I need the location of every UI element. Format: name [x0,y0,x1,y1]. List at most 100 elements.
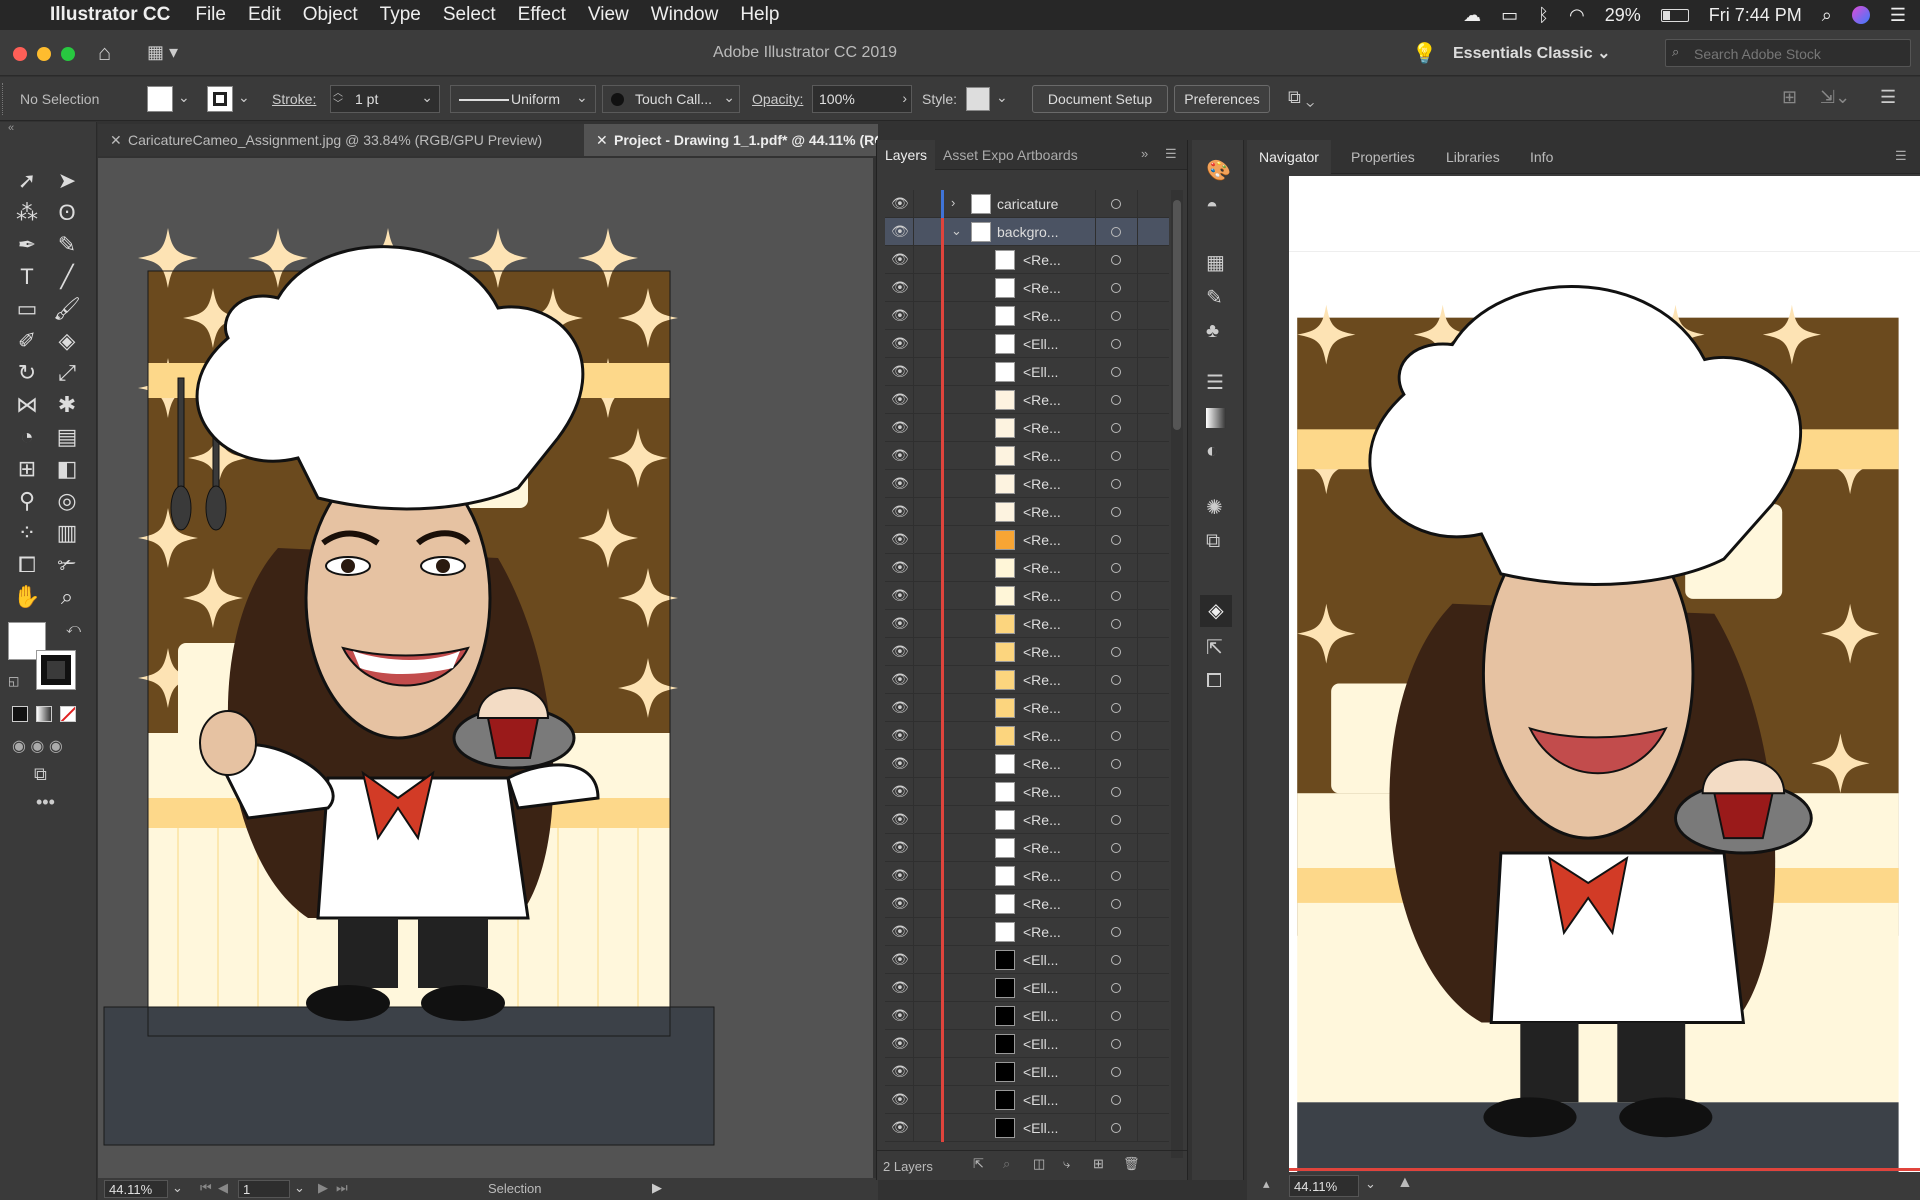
sublayer-row[interactable]: 👁 <Re... [885,666,1169,694]
target-circle-icon[interactable] [1111,423,1121,433]
panel-expand-icon[interactable]: » [1141,146,1148,161]
visibility-eye-icon[interactable]: 👁 [891,531,909,548]
selection-indicator[interactable] [1137,218,1138,246]
sublayer-row[interactable]: 👁 <Re... [885,386,1169,414]
selection-indicator[interactable] [1137,918,1138,946]
selection-indicator[interactable] [1137,526,1138,554]
spotlight-icon[interactable]: ⌕ [1822,5,1832,26]
sublayer-row[interactable]: 👁 <Re... [885,526,1169,554]
width-tool-icon[interactable]: ⋈ [10,390,44,420]
zoom-in-icon[interactable]: ▲ [1397,1174,1413,1192]
target-circle-icon[interactable] [1111,787,1121,797]
target-circle-icon[interactable] [1111,983,1121,993]
selection-indicator[interactable] [1137,974,1138,1002]
visibility-eye-icon[interactable]: 👁 [891,279,909,296]
sublayer-row[interactable]: 👁 <Ell... [885,1002,1169,1030]
target-circle-icon[interactable] [1111,927,1121,937]
preferences-button[interactable]: Preferences [1174,85,1270,113]
curvature-tool-icon[interactable]: ✎ [50,230,84,260]
selection-indicator[interactable] [1137,946,1138,974]
visibility-eye-icon[interactable]: 👁 [891,223,909,240]
asset-export-icon[interactable]: ⇱ [1206,635,1223,660]
target-circle-icon[interactable] [1111,871,1121,881]
lock-toggle[interactable] [913,582,933,610]
lock-toggle[interactable] [913,638,933,666]
sublayer-row[interactable]: 👁 <Re... [885,274,1169,302]
first-artboard-icon[interactable]: ⏮ [200,1180,212,1196]
target-circle-icon[interactable] [1111,227,1121,237]
lock-toggle[interactable] [913,358,933,386]
target-circle-icon[interactable] [1095,890,1096,918]
selection-indicator[interactable] [1137,498,1138,526]
visibility-eye-icon[interactable]: 👁 [891,755,909,772]
target-circle-icon[interactable] [1095,302,1096,330]
app-menu[interactable]: Illustrator CC [50,4,170,26]
target-circle-icon[interactable] [1095,218,1096,246]
menu-type[interactable]: Type [380,4,421,26]
control-bar-grip[interactable] [2,83,6,115]
selection-indicator[interactable] [1137,834,1138,862]
sublayer-row[interactable]: 👁 <Re... [885,414,1169,442]
visibility-eye-icon[interactable]: 👁 [891,699,909,716]
target-circle-icon[interactable] [1095,1030,1096,1058]
target-circle-icon[interactable] [1111,591,1121,601]
sublayer-row[interactable]: 👁 <Re... [885,498,1169,526]
tab-artboards[interactable]: Artboards [1017,140,1097,170]
chevron-down-icon[interactable]: ⌄ [723,89,735,106]
target-circle-icon[interactable] [1095,470,1096,498]
lock-toggle[interactable] [913,1086,933,1114]
panel-menu-icon[interactable]: ☰ [1895,148,1907,164]
sublayer-row[interactable]: 👁 <Re... [885,470,1169,498]
magic-wand-tool-icon[interactable]: ⁂ [10,198,44,228]
chevron-right-icon[interactable]: › [902,90,907,106]
target-circle-icon[interactable] [1095,834,1096,862]
target-circle-icon[interactable] [1095,190,1096,218]
selection-indicator[interactable] [1137,386,1138,414]
target-circle-icon[interactable] [1095,778,1096,806]
lock-toggle[interactable] [913,694,933,722]
selection-indicator[interactable] [1137,722,1138,750]
lock-toggle[interactable] [913,974,933,1002]
target-circle-icon[interactable] [1095,722,1096,750]
menu-object[interactable]: Object [303,4,358,26]
selection-indicator[interactable] [1137,582,1138,610]
visibility-eye-icon[interactable]: 👁 [891,979,909,996]
visibility-eye-icon[interactable]: 👁 [891,503,909,520]
target-circle-icon[interactable] [1111,535,1121,545]
visibility-eye-icon[interactable]: 👁 [891,391,909,408]
sublayer-row[interactable]: 👁 <Ell... [885,330,1169,358]
visibility-eye-icon[interactable]: 👁 [891,811,909,828]
target-circle-icon[interactable] [1095,750,1096,778]
sublayer-row[interactable]: 👁 <Re... [885,638,1169,666]
column-graph-tool-icon[interactable]: ▥ [50,518,84,548]
gradient-panel-icon[interactable] [1206,408,1226,428]
selection-tool-icon[interactable]: ➚ [10,166,44,196]
lock-toggle[interactable] [913,498,933,526]
sublayer-row[interactable]: 👁 <Re... [885,302,1169,330]
visibility-eye-icon[interactable]: 👁 [891,643,909,660]
target-circle-icon[interactable] [1111,731,1121,741]
status-menu-icon[interactable]: ▶ [652,1180,662,1196]
shape-builder-tool-icon[interactable]: ◔ [10,422,44,452]
menu-file[interactable]: File [195,4,226,26]
direct-selection-tool-icon[interactable]: ➤ [50,166,84,196]
sublayer-row[interactable]: 👁 <Re... [885,862,1169,890]
selection-indicator[interactable] [1137,694,1138,722]
target-circle-icon[interactable] [1111,563,1121,573]
target-circle-icon[interactable] [1111,283,1121,293]
menu-select[interactable]: Select [443,4,496,26]
target-circle-icon[interactable] [1111,647,1121,657]
align-icon[interactable]: ⊞ [1782,87,1797,108]
line-segment-tool-icon[interactable]: ╱ [50,262,84,292]
target-circle-icon[interactable] [1111,1067,1121,1077]
zoom-tool-icon[interactable]: ⌕ [50,582,84,612]
tab-info[interactable]: Info [1530,140,1553,174]
chevron-down-icon[interactable]: ⌄ [1365,1176,1376,1192]
sublayer-row[interactable]: 👁 <Re... [885,722,1169,750]
notification-center-icon[interactable]: ☰ [1890,5,1906,26]
sublayer-row[interactable]: 👁 <Re... [885,918,1169,946]
lock-toggle[interactable] [913,806,933,834]
chevron-right-icon[interactable]: › [951,195,955,210]
menu-window[interactable]: Window [651,4,719,26]
brushes-icon[interactable]: ✎ [1206,285,1223,310]
